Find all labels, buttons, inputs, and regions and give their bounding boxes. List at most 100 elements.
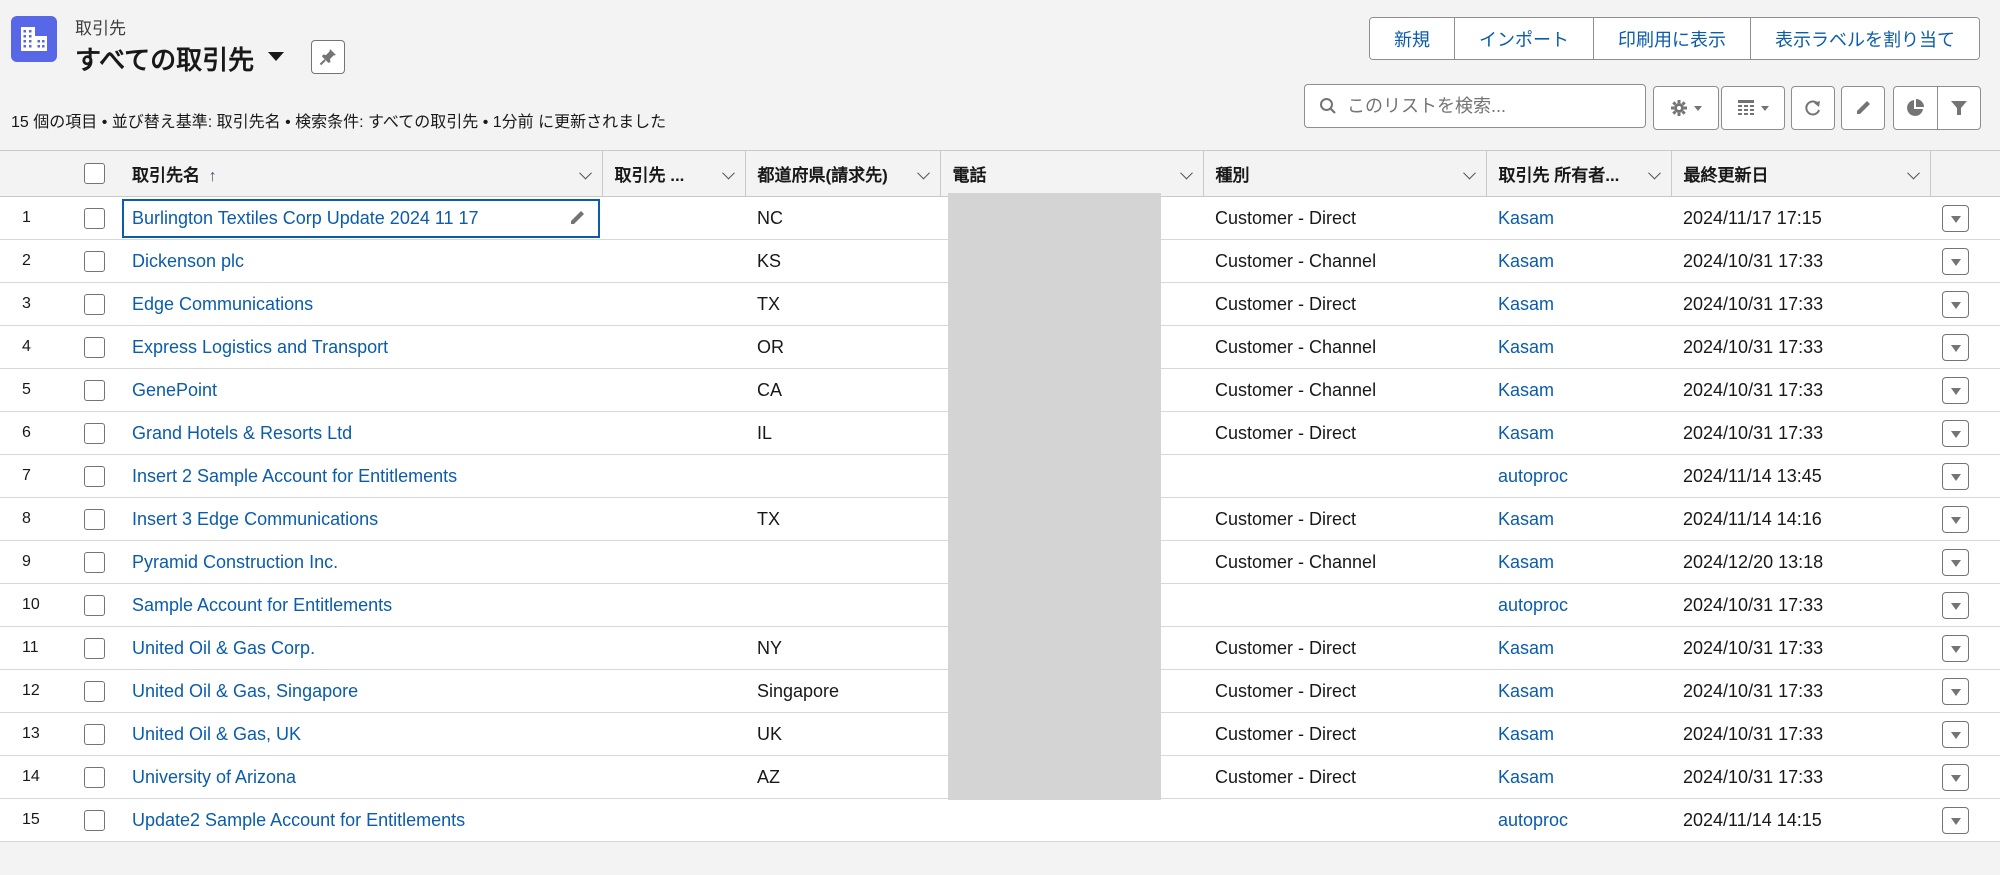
account-name-link[interactable]: Express Logistics and Transport <box>132 337 388 357</box>
row-actions-dropdown-icon[interactable] <box>1942 677 1969 705</box>
account-name-link[interactable]: United Oil & Gas, Singapore <box>132 681 358 701</box>
printable-view-button[interactable]: 印刷用に表示 <box>1593 18 1750 59</box>
row-checkbox[interactable] <box>84 422 105 444</box>
account-name-link[interactable]: United Oil & Gas, UK <box>132 724 301 744</box>
chevron-down-icon[interactable] <box>1906 166 1920 179</box>
new-button[interactable]: 新規 <box>1370 18 1454 59</box>
row-checkbox[interactable] <box>84 250 105 272</box>
row-actions-dropdown-icon[interactable] <box>1942 591 1969 619</box>
column-label: 種別 <box>1215 166 1250 185</box>
row-actions-dropdown-icon[interactable] <box>1942 419 1969 447</box>
column-label: 都道府県(請求先) <box>757 166 888 185</box>
owner-link[interactable]: Kasam <box>1486 197 1671 240</box>
search-list-field[interactable] <box>1304 84 1646 128</box>
select-all-checkbox[interactable] <box>84 163 105 184</box>
inline-edit-button[interactable] <box>1841 86 1885 130</box>
row-actions-dropdown-icon[interactable] <box>1942 290 1969 318</box>
import-button[interactable]: インポート <box>1454 18 1593 59</box>
row-checkbox[interactable] <box>84 293 105 315</box>
owner-link[interactable]: autoproc <box>1486 584 1671 627</box>
display-as-button[interactable] <box>1721 86 1785 130</box>
owner-link[interactable]: Kasam <box>1486 369 1671 412</box>
row-checkbox[interactable] <box>84 207 105 229</box>
column-header-owner[interactable]: 取引先 所有者... <box>1486 150 1672 197</box>
owner-link[interactable]: Kasam <box>1486 412 1671 455</box>
owner-link[interactable]: Kasam <box>1486 670 1671 713</box>
refresh-button[interactable] <box>1791 86 1835 130</box>
chevron-down-icon[interactable] <box>1462 166 1476 179</box>
row-checkbox[interactable] <box>84 680 105 702</box>
table-row: 13 United Oil & Gas, UK UK Customer - Direc… <box>0 713 2000 756</box>
chevron-down-icon[interactable] <box>721 166 735 179</box>
chevron-down-icon[interactable] <box>916 166 930 179</box>
owner-link[interactable]: Kasam <box>1486 627 1671 670</box>
column-header-type[interactable]: 種別 <box>1203 150 1487 197</box>
account-name-link[interactable]: Dickenson plc <box>132 251 244 271</box>
row-actions-dropdown-icon[interactable] <box>1942 376 1969 404</box>
owner-link[interactable]: autoproc <box>1486 799 1671 842</box>
chevron-down-icon[interactable] <box>1647 166 1661 179</box>
type-cell: Customer - Channel <box>1215 250 1377 271</box>
column-header-billing-state[interactable]: 都道府県(請求先) <box>745 150 941 197</box>
account-name-link[interactable]: Burlington Textiles Corp Update 2024 11 … <box>132 208 479 228</box>
row-checkbox[interactable] <box>84 551 105 573</box>
billing-state-cell: NY <box>757 637 783 658</box>
row-actions-dropdown-icon[interactable] <box>1942 634 1969 662</box>
account-name-link[interactable]: GenePoint <box>132 380 217 400</box>
owner-link[interactable]: Kasam <box>1486 541 1671 584</box>
row-checkbox[interactable] <box>84 465 105 487</box>
row-select-cell <box>70 799 120 842</box>
row-checkbox[interactable] <box>84 723 105 745</box>
row-checkbox[interactable] <box>84 809 105 831</box>
owner-link[interactable]: Kasam <box>1486 240 1671 283</box>
chevron-down-icon[interactable] <box>578 166 592 179</box>
account-name-link[interactable]: Insert 2 Sample Account for Entitlements <box>132 466 457 486</box>
row-checkbox[interactable] <box>84 594 105 616</box>
row-actions-dropdown-icon[interactable] <box>1942 247 1969 275</box>
column-header-account-name[interactable]: 取引先名 ↑ <box>120 150 603 197</box>
account-name-link[interactable]: Update2 Sample Account for Entitlements <box>132 810 465 830</box>
owner-link[interactable]: Kasam <box>1486 326 1671 369</box>
edit-pencil-icon[interactable] <box>568 209 586 232</box>
row-select-cell <box>70 498 120 541</box>
row-actions-dropdown-icon[interactable] <box>1942 763 1969 791</box>
account-name-link[interactable]: Edge Communications <box>132 294 313 314</box>
account-name-link[interactable]: University of Arizona <box>132 767 296 787</box>
type-cell: Customer - Channel <box>1215 379 1377 400</box>
row-actions-dropdown-icon[interactable] <box>1942 720 1969 748</box>
search-list-input[interactable] <box>1347 95 1627 117</box>
show-charts-button[interactable] <box>1894 87 1938 129</box>
owner-link[interactable]: Kasam <box>1486 498 1671 541</box>
account-name-link[interactable]: Pyramid Construction Inc. <box>132 552 338 572</box>
owner-link[interactable]: autoproc <box>1486 455 1671 498</box>
column-header-account-site[interactable]: 取引先 ... <box>602 150 746 197</box>
row-actions-dropdown-icon[interactable] <box>1942 548 1969 576</box>
row-checkbox[interactable] <box>84 336 105 358</box>
row-checkbox[interactable] <box>84 379 105 401</box>
column-label: 電話 <box>952 166 987 185</box>
row-checkbox[interactable] <box>84 766 105 788</box>
row-actions-dropdown-icon[interactable] <box>1942 505 1969 533</box>
row-actions-dropdown-icon[interactable] <box>1942 462 1969 490</box>
list-view-picker-caret-icon[interactable] <box>268 52 284 61</box>
list-view-title[interactable]: すべての取引先 <box>75 40 254 77</box>
row-actions-dropdown-icon[interactable] <box>1942 806 1969 834</box>
account-name-link[interactable]: Insert 3 Edge Communications <box>132 509 378 529</box>
owner-link[interactable]: Kasam <box>1486 756 1671 799</box>
column-header-last-modified[interactable]: 最終更新日 <box>1671 150 1931 197</box>
assign-label-button[interactable]: 表示ラベルを割り当て <box>1750 18 1979 59</box>
account-name-link[interactable]: Sample Account for Entitlements <box>132 595 392 615</box>
row-actions-dropdown-icon[interactable] <box>1942 333 1969 361</box>
row-checkbox[interactable] <box>84 637 105 659</box>
account-name-link[interactable]: Grand Hotels & Resorts Ltd <box>132 423 352 443</box>
show-filters-button[interactable] <box>1938 87 1981 129</box>
chevron-down-icon[interactable] <box>1179 166 1193 179</box>
owner-link[interactable]: Kasam <box>1486 283 1671 326</box>
pin-list-view-button[interactable] <box>311 40 345 74</box>
owner-link[interactable]: Kasam <box>1486 713 1671 756</box>
list-view-controls-button[interactable] <box>1653 86 1719 130</box>
column-header-phone[interactable]: 電話 <box>940 150 1204 197</box>
row-actions-dropdown-icon[interactable] <box>1942 204 1969 232</box>
row-checkbox[interactable] <box>84 508 105 530</box>
account-name-link[interactable]: United Oil & Gas Corp. <box>132 638 315 658</box>
